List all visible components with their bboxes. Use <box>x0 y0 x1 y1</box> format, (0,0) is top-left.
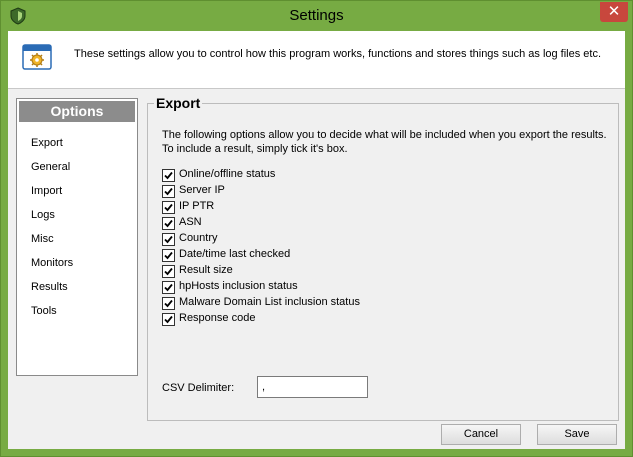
settings-window: Settings ✕ These settings allow you to c… <box>0 0 633 457</box>
checkbox-country[interactable] <box>162 233 175 246</box>
info-header: These settings allow you to control how … <box>8 31 625 89</box>
checkbox-ip-ptr[interactable] <box>162 201 175 214</box>
checkbox-hphosts[interactable] <box>162 281 175 294</box>
checkbox-result-size[interactable] <box>162 265 175 278</box>
checkmark-icon <box>164 299 173 308</box>
option-label: hpHosts inclusion status <box>179 280 298 292</box>
csv-delimiter-label: CSV Delimiter: <box>162 382 235 394</box>
save-button[interactable]: Save <box>537 424 617 445</box>
option-label: IP PTR <box>179 200 215 212</box>
option-label: Malware Domain List inclusion status <box>179 296 360 308</box>
sidebar-item-results[interactable]: Results <box>31 281 68 293</box>
checkmark-icon <box>164 267 173 276</box>
checkmark-icon <box>164 171 173 180</box>
option-label: Country <box>179 232 218 244</box>
cancel-button[interactable]: Cancel <box>441 424 521 445</box>
settings-app-icon <box>22 44 52 70</box>
title-bar[interactable]: Settings ✕ <box>1 1 632 31</box>
checkmark-icon <box>164 219 173 228</box>
option-label: Server IP <box>179 184 225 196</box>
checkbox-online-status[interactable] <box>162 169 175 182</box>
dialog-body: These settings allow you to control how … <box>8 31 625 449</box>
options-title: Options <box>19 101 135 122</box>
checkbox-server-ip[interactable] <box>162 185 175 198</box>
sidebar-item-monitors[interactable]: Monitors <box>31 257 73 269</box>
checkbox-response-code[interactable] <box>162 313 175 326</box>
options-sidebar: Options Export General Import Logs Misc … <box>16 98 138 376</box>
checkmark-icon <box>164 187 173 196</box>
sidebar-item-export[interactable]: Export <box>31 137 63 149</box>
checkmark-icon <box>164 283 173 292</box>
close-icon: ✕ <box>607 3 621 20</box>
checkmark-icon <box>164 203 173 212</box>
sidebar-item-misc[interactable]: Misc <box>31 233 54 245</box>
checkbox-malware-domain-list[interactable] <box>162 297 175 310</box>
export-title: Export <box>154 95 203 111</box>
option-label: ASN <box>179 216 202 228</box>
sidebar-item-logs[interactable]: Logs <box>31 209 55 221</box>
sidebar-item-tools[interactable]: Tools <box>31 305 57 317</box>
option-label: Online/offline status <box>179 168 276 180</box>
option-label: Result size <box>179 264 233 276</box>
close-button[interactable]: ✕ <box>600 2 628 22</box>
window-title: Settings <box>289 7 344 24</box>
option-label: Date/time last checked <box>179 248 291 260</box>
option-label: Response code <box>179 312 256 324</box>
checkbox-date-time[interactable] <box>162 249 175 262</box>
checkbox-asn[interactable] <box>162 217 175 230</box>
csv-delimiter-input[interactable] <box>257 376 368 398</box>
checkmark-icon <box>164 235 173 244</box>
checkmark-icon <box>164 251 173 260</box>
sidebar-item-import[interactable]: Import <box>31 185 62 197</box>
sidebar-item-general[interactable]: General <box>31 161 70 173</box>
export-description: The following options allow you to decid… <box>162 129 607 155</box>
header-description: These settings allow you to control how … <box>74 48 602 60</box>
checkmark-icon <box>164 315 173 324</box>
